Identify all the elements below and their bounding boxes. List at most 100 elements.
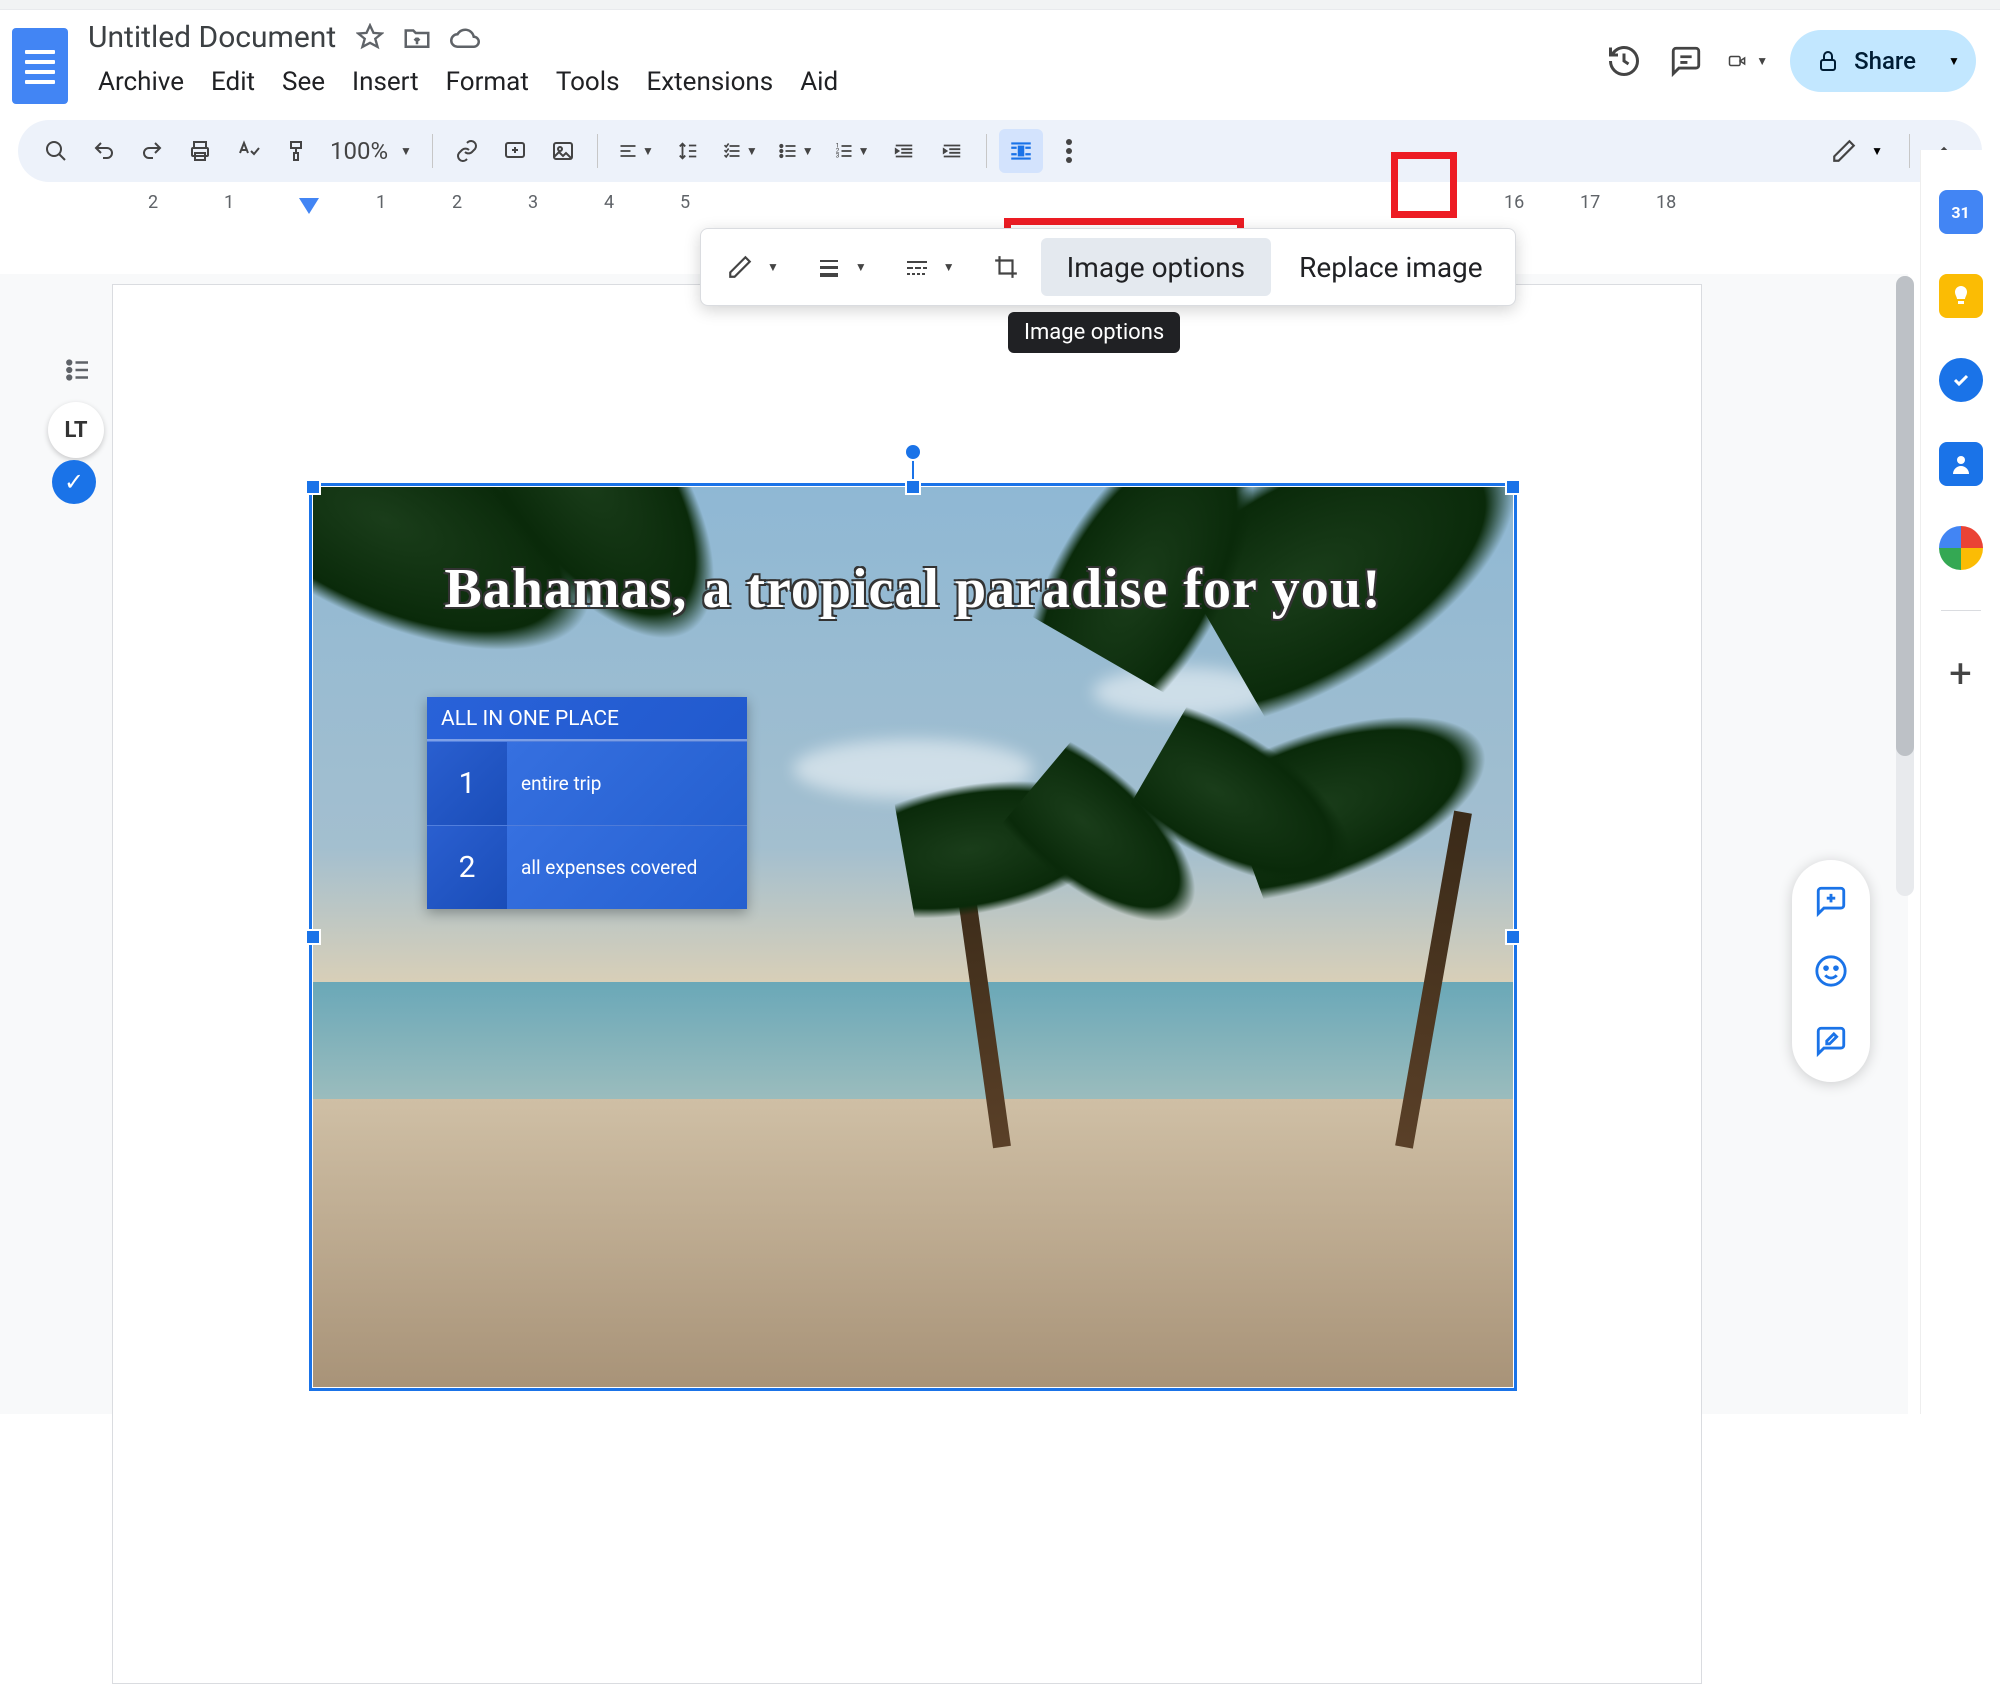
ruler-tick: 5	[680, 192, 690, 213]
languagetool-badge[interactable]: LT	[48, 402, 104, 458]
document-page[interactable]: Bahamas, a tropical paradise for you! AL…	[112, 284, 1702, 1684]
ruler-tick: 2	[148, 192, 158, 213]
menu-insert[interactable]: Insert	[340, 63, 431, 101]
decrease-indent-button[interactable]	[882, 129, 926, 173]
border-dash-button[interactable]: ▼	[889, 239, 971, 295]
share-button-label: Share	[1854, 47, 1916, 75]
resize-handle-nw[interactable]	[305, 479, 321, 495]
ruler-tick: 18	[1656, 192, 1676, 213]
toolbar-separator	[1909, 134, 1910, 168]
tasks-app-icon[interactable]	[1939, 358, 1983, 402]
contacts-app-icon[interactable]	[1939, 442, 1983, 486]
menu-see[interactable]: See	[270, 63, 337, 101]
main-toolbar: 100%▼ ▼ ▼ ▼ 123▼ ▼	[18, 120, 1982, 182]
image-options-button[interactable]: Image options	[1041, 238, 1271, 296]
star-icon[interactable]	[356, 23, 384, 53]
add-comment-button[interactable]	[493, 129, 537, 173]
outline-toggle-button[interactable]	[54, 346, 102, 394]
insert-image-button[interactable]	[541, 129, 585, 173]
increase-indent-button[interactable]	[930, 129, 974, 173]
add-comment-fab[interactable]	[1808, 878, 1854, 924]
languagetool-status-icon[interactable]: ✓	[52, 460, 96, 504]
cloud-status-icon[interactable]	[450, 23, 480, 53]
ruler-tick: 17	[1580, 192, 1600, 213]
resize-handle-w[interactable]	[305, 929, 321, 945]
resize-handle-e[interactable]	[1505, 929, 1521, 945]
menu-edit[interactable]: Edit	[199, 63, 267, 101]
side-panel-divider	[1941, 610, 1981, 611]
ruler-tick: 1	[376, 192, 386, 213]
ruler-tick: 1	[224, 192, 234, 213]
resize-handle-n[interactable]	[905, 479, 921, 495]
side-panel: 31 +	[1920, 150, 2000, 1414]
selection-outline	[309, 483, 1517, 1391]
calendar-app-icon[interactable]: 31	[1939, 190, 1983, 234]
floating-actions	[1792, 860, 1870, 1082]
image-options-label: Image options	[1067, 251, 1245, 284]
left-gutter: LT ✓	[0, 274, 112, 1414]
editing-mode-button[interactable]: ▼	[1817, 138, 1897, 164]
paint-format-button[interactable]	[274, 129, 318, 173]
add-addon-button[interactable]: +	[1939, 651, 1983, 695]
menu-aid[interactable]: Aid	[788, 63, 850, 101]
align-button[interactable]: ▼	[610, 129, 662, 173]
move-icon[interactable]	[402, 23, 432, 53]
ruler-tick: 3	[528, 192, 538, 213]
menu-format[interactable]: Format	[434, 63, 541, 101]
menu-extensions[interactable]: Extensions	[635, 63, 786, 101]
menu-archive[interactable]: Archive	[86, 63, 196, 101]
spellcheck-button[interactable]	[226, 129, 270, 173]
replace-image-button[interactable]: Replace image	[1277, 239, 1504, 295]
toolbar-separator	[432, 134, 433, 168]
line-spacing-button[interactable]	[666, 129, 710, 173]
resize-handle-ne[interactable]	[1505, 479, 1521, 495]
print-button[interactable]	[178, 129, 222, 173]
indent-marker[interactable]	[297, 196, 321, 216]
svg-text:3: 3	[835, 152, 839, 160]
zoom-selector[interactable]: 100%▼	[322, 137, 420, 165]
toolbar-separator	[986, 134, 987, 168]
bullet-list-button[interactable]: ▼	[770, 129, 822, 173]
text-wrap-button[interactable]	[999, 129, 1043, 173]
image-toolbar: ▼ ▼ ▼ Image options Replace image	[700, 228, 1516, 306]
maps-app-icon[interactable]	[1939, 526, 1983, 570]
document-workspace: LT ✓	[0, 274, 1908, 1414]
border-color-button[interactable]: ▼	[711, 239, 795, 295]
image-options-tooltip: Image options	[1008, 312, 1180, 353]
menu-tools[interactable]: Tools	[544, 63, 632, 101]
suggest-edit-fab[interactable]	[1808, 1018, 1854, 1064]
undo-button[interactable]	[82, 129, 126, 173]
more-options-button[interactable]	[1047, 129, 1091, 173]
crop-button[interactable]	[977, 239, 1035, 295]
border-weight-button[interactable]: ▼	[801, 239, 883, 295]
share-dropdown[interactable]: ▼	[1928, 30, 1976, 92]
keep-app-icon[interactable]	[1939, 274, 1983, 318]
ruler-tick: 2	[452, 192, 462, 213]
lock-icon	[1816, 49, 1840, 73]
emoji-reaction-fab[interactable]	[1808, 948, 1854, 994]
redo-button[interactable]	[130, 129, 174, 173]
checklist-button[interactable]: ▼	[714, 129, 766, 173]
ruler-tick: 16	[1504, 192, 1524, 213]
toolbar-separator	[597, 134, 598, 168]
history-icon[interactable]	[1604, 41, 1644, 81]
browser-chrome-top	[0, 0, 2000, 10]
comments-icon[interactable]	[1666, 41, 1706, 81]
ruler-tick: 4	[604, 192, 614, 213]
zoom-value: 100%	[330, 137, 388, 165]
share-button[interactable]: Share	[1790, 30, 1946, 92]
menu-bar: Archive Edit See Insert Format Tools Ext…	[86, 63, 1604, 101]
search-button[interactable]	[34, 129, 78, 173]
app-header: Untitled Document Archive Edit See Inser…	[0, 10, 2000, 120]
replace-image-label: Replace image	[1299, 251, 1482, 284]
selected-image[interactable]: Bahamas, a tropical paradise for you! AL…	[313, 487, 1513, 1387]
scrollbar-thumb[interactable]	[1896, 276, 1914, 756]
rotation-handle[interactable]	[904, 443, 922, 461]
vertical-scrollbar[interactable]	[1896, 276, 1914, 896]
insert-link-button[interactable]	[445, 129, 489, 173]
docs-logo[interactable]	[12, 28, 68, 104]
horizontal-ruler[interactable]: 2 1 1 2 3 4 5 16 17 18	[112, 192, 2000, 220]
document-title[interactable]: Untitled Document	[86, 20, 338, 55]
numbered-list-button[interactable]: 123▼	[826, 129, 878, 173]
meet-icon[interactable]: ▼	[1728, 41, 1768, 81]
